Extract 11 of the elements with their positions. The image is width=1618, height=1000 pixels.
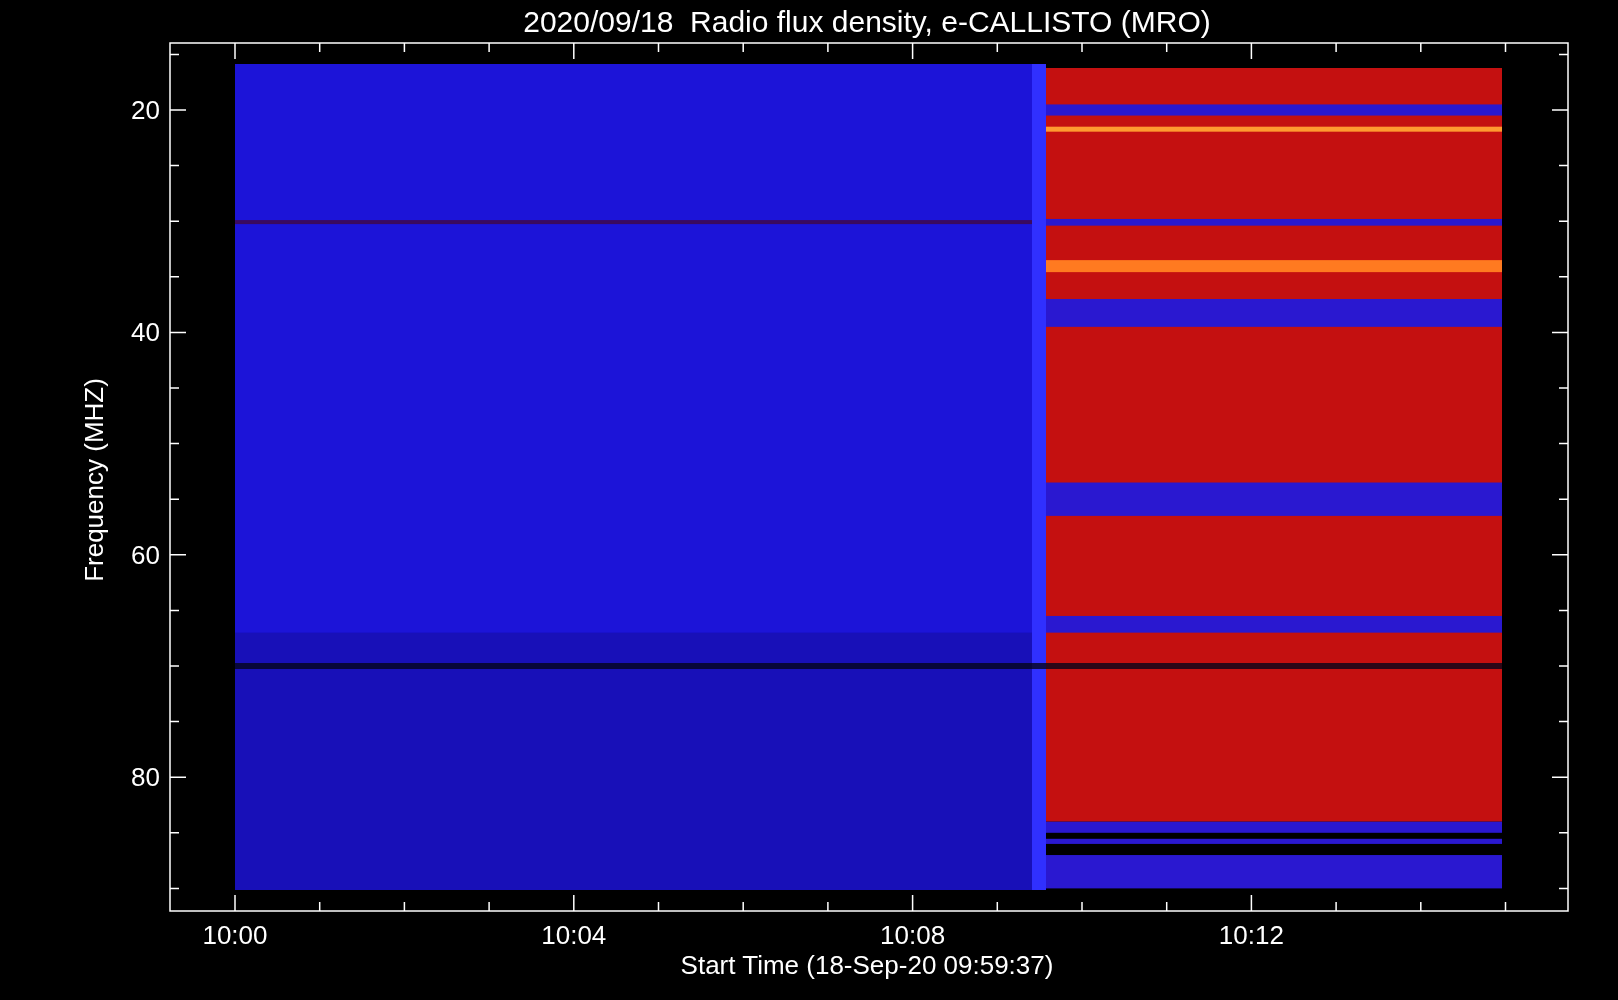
x-tick-label: 10:00 bbox=[202, 920, 268, 950]
y-tick-label: 60 bbox=[131, 539, 160, 570]
y-tick-label: 80 bbox=[131, 762, 160, 793]
x-tick-label: 10:04 bbox=[541, 920, 607, 950]
x-tick-label: 10:12 bbox=[1218, 920, 1284, 950]
x-axis-label: Start Time (18-Sep-20 09:59:37) bbox=[680, 950, 1054, 980]
y-tick-label: 40 bbox=[131, 317, 160, 348]
y-axis-label: Frequency (MHZ) bbox=[79, 378, 109, 582]
x-tick-label: 10:08 bbox=[880, 920, 946, 950]
chart-title: 2020/09/18 Radio flux density, e-CALLISTO (MRO) bbox=[523, 5, 1211, 38]
y-tick-label: 20 bbox=[131, 95, 160, 125]
